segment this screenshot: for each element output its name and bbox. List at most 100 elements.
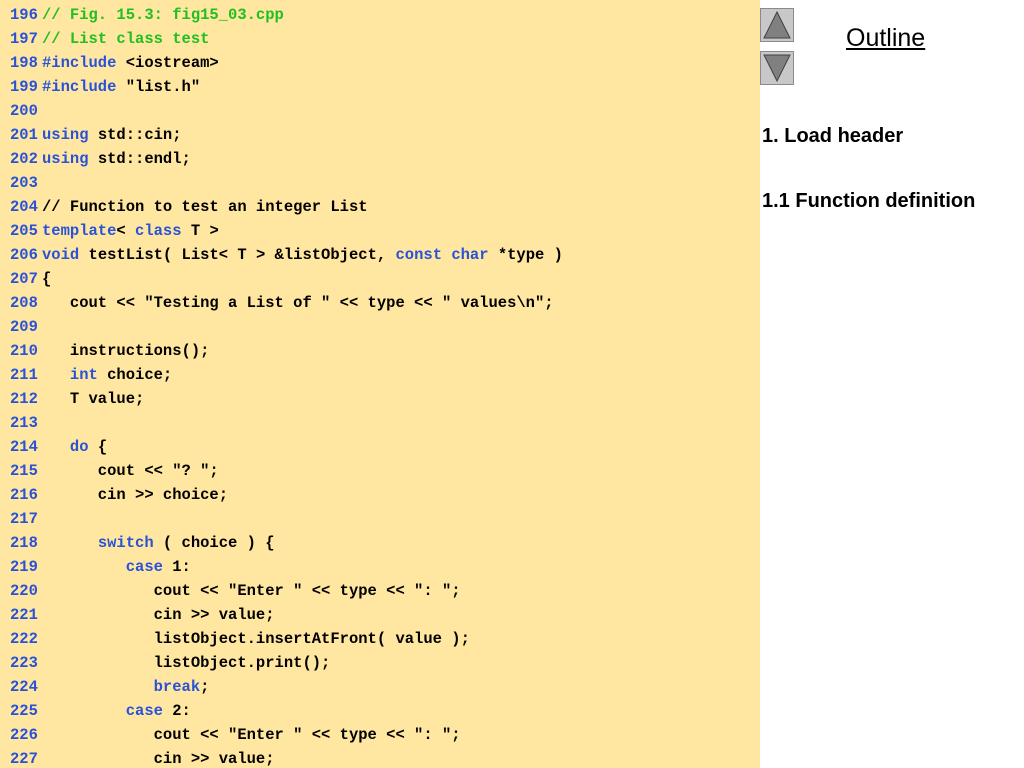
code-line: 221 cin >> value; xyxy=(0,603,760,627)
code-line: 226 cout << "Enter " << type << ": "; xyxy=(0,723,760,747)
code-keyword: break xyxy=(153,678,201,696)
code-line: 199 #include "list.h" xyxy=(0,75,760,99)
next-slide-button[interactable] xyxy=(760,51,794,85)
code-text: <iostream> xyxy=(116,54,219,72)
code-keyword: using xyxy=(42,150,89,168)
code-text: 1: xyxy=(162,558,191,576)
outline-item-load-header: 1. Load header xyxy=(762,125,904,147)
code-keyword: template xyxy=(42,222,117,240)
code-keyword: case xyxy=(125,702,163,720)
code-text: cin >> choice; xyxy=(42,486,229,504)
line-number: 212 xyxy=(10,390,38,408)
line-number: 205 xyxy=(10,222,38,240)
line-number: 221 xyxy=(10,606,38,624)
code-keyword: class xyxy=(135,222,182,240)
code-keyword: case xyxy=(125,558,163,576)
line-number: 204 xyxy=(10,198,38,216)
code-text: cin >> value; xyxy=(42,606,275,624)
code-line: 209 xyxy=(0,315,760,339)
code-text: T value; xyxy=(42,390,145,408)
code-text: T > xyxy=(181,222,219,240)
triangle-up-icon xyxy=(763,10,791,39)
line-number: 217 xyxy=(10,510,38,528)
code-line: 213 xyxy=(0,411,760,435)
line-number: 219 xyxy=(10,558,38,576)
code-keyword: using xyxy=(42,126,89,144)
line-number: 211 xyxy=(10,366,38,384)
code-text: testList( List< T > &listObject, xyxy=(79,246,396,264)
code-line: 200 xyxy=(0,99,760,123)
code-line: 197// List class test xyxy=(0,27,760,51)
code-text: { xyxy=(42,270,52,288)
code-comment: // List class test xyxy=(42,30,210,48)
code-keyword: const xyxy=(395,246,442,264)
line-number: 197 xyxy=(10,30,38,48)
line-number: 206 xyxy=(10,246,38,264)
code-text: cout << "? "; xyxy=(42,462,219,480)
code-text: *type ) xyxy=(488,246,563,264)
code-text: std::cin; xyxy=(88,126,182,144)
code-line: 204// Function to test an integer List xyxy=(0,195,760,219)
code-line: 225 case 2: xyxy=(0,699,760,723)
previous-slide-button[interactable] xyxy=(760,8,794,42)
code-text: choice; xyxy=(97,366,173,384)
line-number: 222 xyxy=(10,630,38,648)
code-line: 223 listObject.print(); xyxy=(0,651,760,675)
code-line: 220 cout << "Enter " << type << ": "; xyxy=(0,579,760,603)
slide: 196// Fig. 15.3: fig15_03.cpp 197// List … xyxy=(0,0,1024,768)
code-text: "list.h" xyxy=(116,78,201,96)
code-keyword: do xyxy=(69,438,89,456)
line-number: 199 xyxy=(10,78,38,96)
line-number: 209 xyxy=(10,318,38,336)
code-line: 224 break; xyxy=(0,675,760,699)
code-keyword: void xyxy=(42,246,80,264)
code-keyword: char xyxy=(451,246,489,264)
line-number: 202 xyxy=(10,150,38,168)
code-line: 208 cout << "Testing a List of " << type… xyxy=(0,291,760,315)
code-line: 216 cin >> choice; xyxy=(0,483,760,507)
code-line: 206 void testList( List< T > &listObject,… xyxy=(0,243,760,267)
outline-item-function-definition: 1.1 Function definition xyxy=(762,190,976,212)
line-number: 203 xyxy=(10,174,38,192)
line-number: 198 xyxy=(10,54,38,72)
code-text: cout << "Enter " << type << ": "; xyxy=(42,582,461,600)
code-line: 205 template< class T > xyxy=(0,219,760,243)
line-number: 214 xyxy=(10,438,38,456)
code-text: < xyxy=(116,222,136,240)
code-text: { xyxy=(88,438,108,456)
line-number: 225 xyxy=(10,702,38,720)
outline-title[interactable]: Outline xyxy=(846,24,925,53)
code-line: 207{ xyxy=(0,267,760,291)
code-line: 227 cin >> value; xyxy=(0,747,760,768)
code-line: 217 xyxy=(0,507,760,531)
code-comment: // Fig. 15.3: fig15_03.cpp xyxy=(42,6,284,24)
code-text: cout << "Testing a List of " << type << … xyxy=(42,294,554,312)
line-number: 218 xyxy=(10,534,38,552)
code-text: cout << "Enter " << type << ": "; xyxy=(42,726,461,744)
code-line: 203 xyxy=(0,171,760,195)
code-text: ( choice ) { xyxy=(153,534,275,552)
line-number: 213 xyxy=(10,414,38,432)
code-directive: #include xyxy=(42,78,117,96)
line-number: 208 xyxy=(10,294,38,312)
line-number: 196 xyxy=(10,6,38,24)
code-line: 198 #include <iostream> xyxy=(0,51,760,75)
line-number: 210 xyxy=(10,342,38,360)
code-keyword: int xyxy=(69,366,98,384)
code-line: 201 using std::cin; xyxy=(0,123,760,147)
code-text: 2: xyxy=(162,702,191,720)
code-text: ; xyxy=(200,678,210,696)
code-line: 222 listObject.insertAtFront( value ); xyxy=(0,627,760,651)
line-number: 200 xyxy=(10,102,38,120)
code-line: 210 instructions(); xyxy=(0,339,760,363)
code-line: 218 switch ( choice ) { xyxy=(0,531,760,555)
line-number: 220 xyxy=(10,582,38,600)
line-number: 201 xyxy=(10,126,38,144)
code-line: 214 do { xyxy=(0,435,760,459)
